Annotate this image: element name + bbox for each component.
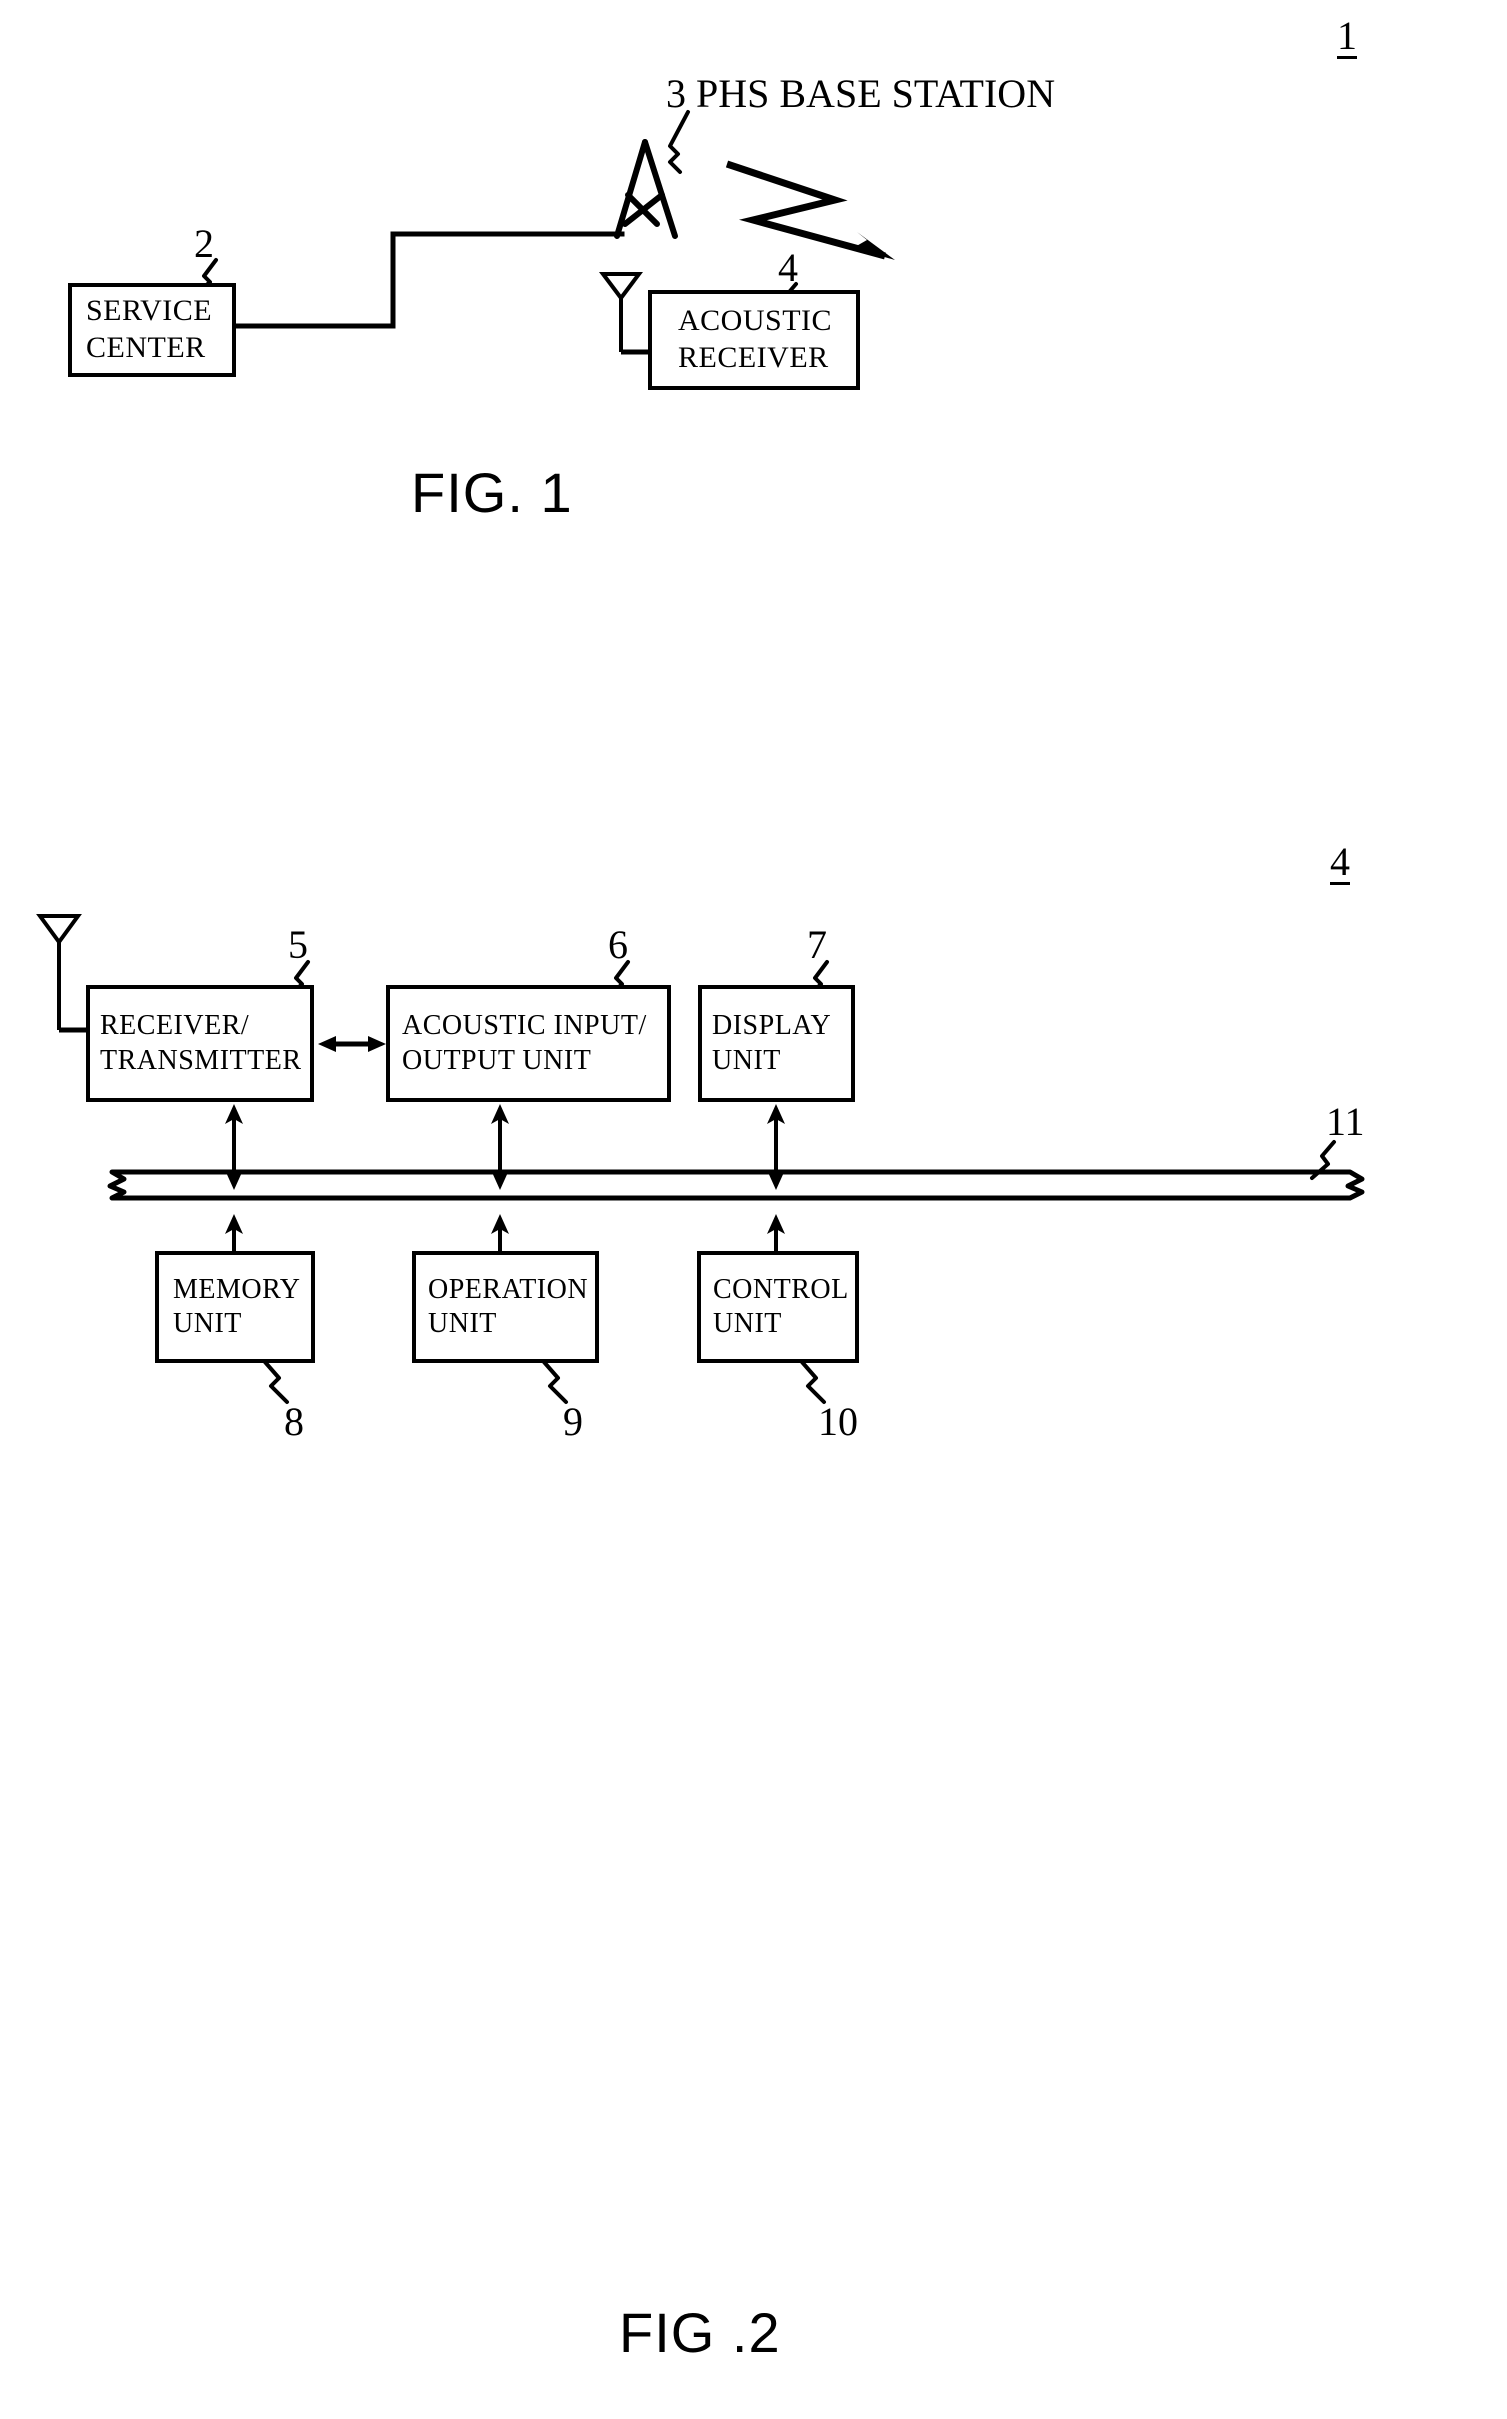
acoustic-io-unit-block[interactable]: ACOUSTIC INPUT/ OUTPUT UNIT xyxy=(386,985,671,1102)
display-unit-reference-number: 7 xyxy=(807,922,827,967)
display-unit-line-2: UNIT xyxy=(712,1044,781,1076)
receiver-transmitter-line-1: RECEIVER/ xyxy=(100,1010,250,1042)
wireless-signal-arrow-icon xyxy=(725,160,895,260)
service-center-to-base-station-line xyxy=(227,231,625,329)
figure-2-caption: FIG .2 xyxy=(619,2301,781,2364)
phs-base-station-tower-icon xyxy=(614,139,678,239)
operation-unit-line-2: UNIT xyxy=(428,1308,497,1339)
operation-unit-line-1: OPERATION xyxy=(428,1273,589,1305)
receiver-transmitter-block[interactable]: RECEIVER/ TRANSMITTER xyxy=(86,985,314,1102)
acoustic-receiver-line-1: ACOUSTIC xyxy=(678,304,833,338)
control-unit-line-1: CONTROL xyxy=(713,1273,849,1305)
figure-1-caption: FIG. 1 xyxy=(411,461,573,524)
memory-unit-block[interactable]: MEMORY UNIT xyxy=(155,1251,315,1363)
patent-drawing-sheet: 1 3 PHS BASE STATION 2 SERVICE CENTER 4 … xyxy=(0,0,1507,2419)
acoustic-io-unit-line-1: ACOUSTIC INPUT/ xyxy=(402,1010,647,1042)
acoustic-io-unit-line-2: OUTPUT UNIT xyxy=(402,1044,592,1076)
figure-2: 4 5 6 7 RECEIVER/ TRANSMITTER ACOUSTIC I… xyxy=(0,830,1507,2419)
system-bus xyxy=(107,1169,1365,1201)
acoustic-io-unit-reference-number: 6 xyxy=(608,922,628,967)
display-unit-line-1: DISPLAY xyxy=(712,1010,832,1042)
service-center-line-2: CENTER xyxy=(86,331,206,364)
rx-tx-to-acoustic-io-double-arrow xyxy=(318,1036,386,1052)
bus-reference-number: 11 xyxy=(1326,1099,1365,1144)
operation-unit-block[interactable]: OPERATION UNIT xyxy=(412,1251,599,1363)
control-unit-line-2: UNIT xyxy=(713,1308,782,1339)
control-unit-reference-number: 10 xyxy=(818,1399,858,1444)
memory-unit-line-1: MEMORY xyxy=(173,1273,301,1305)
phs-base-station-label: 3 PHS BASE STATION xyxy=(666,71,1056,116)
receiver-transmitter-line-2: TRANSMITTER xyxy=(100,1044,302,1076)
acoustic-receiver-block[interactable]: ACOUSTIC RECEIVER xyxy=(648,290,860,390)
figure-1: 1 3 PHS BASE STATION 2 SERVICE CENTER 4 … xyxy=(0,0,1507,830)
operation-unit-reference-number: 9 xyxy=(563,1399,583,1444)
display-unit-block[interactable]: DISPLAY UNIT xyxy=(698,985,855,1102)
memory-unit-reference-number: 8 xyxy=(284,1399,304,1444)
figure-1-system-reference: 1 xyxy=(1337,13,1357,58)
acoustic-receiver-line-2: RECEIVER xyxy=(678,341,829,374)
receiver-transmitter-reference-number: 5 xyxy=(288,922,308,967)
service-center-block[interactable]: SERVICE CENTER xyxy=(68,283,236,377)
service-center-line-1: SERVICE xyxy=(86,294,213,328)
figure-2-system-reference: 4 xyxy=(1330,839,1350,884)
memory-unit-line-2: UNIT xyxy=(173,1308,242,1339)
control-unit-block[interactable]: CONTROL UNIT xyxy=(697,1251,859,1363)
